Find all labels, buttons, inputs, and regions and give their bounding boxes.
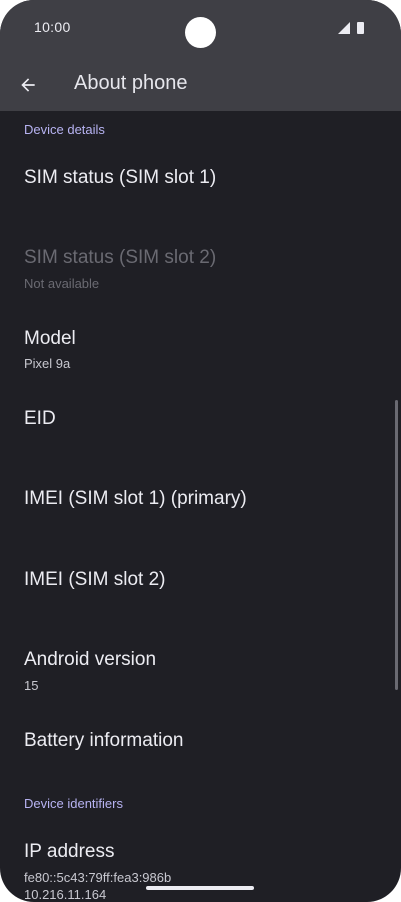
- row-sim-status-slot-1[interactable]: SIM status (SIM slot 1): [0, 151, 401, 227]
- row-ip-address[interactable]: IP address fe80::5c43:79ff:fea3:986b 10.…: [0, 826, 401, 902]
- section-header-device-identifiers: Device identifiers: [24, 796, 123, 811]
- row-summary-line-2: 10.216.11.164: [24, 887, 107, 902]
- row-battery-information[interactable]: Battery information: [0, 713, 401, 789]
- status-time: 10:00: [34, 19, 71, 35]
- row-title: IP address: [24, 841, 115, 862]
- row-summary-line-1: fe80::5c43:79ff:fea3:986b: [24, 870, 172, 885]
- settings-list: Device details SIM status (SIM slot 1) S…: [0, 111, 401, 902]
- row-imei-slot-1[interactable]: IMEI (SIM slot 1) (primary): [0, 472, 401, 548]
- row-title: IMEI (SIM slot 2): [24, 569, 166, 590]
- arrow-back-icon: [21, 78, 35, 92]
- row-summary: Pixel 9a: [24, 356, 71, 371]
- row-title: Android version: [24, 649, 157, 670]
- row-title: EID: [24, 408, 56, 429]
- row-model[interactable]: Model Pixel 9a: [0, 311, 401, 387]
- row-imei-slot-2[interactable]: IMEI (SIM slot 2): [0, 553, 401, 629]
- row-title: Battery information: [24, 730, 184, 751]
- row-title: SIM status (SIM slot 2): [24, 247, 217, 268]
- row-title: IMEI (SIM slot 1) (primary): [24, 488, 247, 509]
- battery-icon: [357, 22, 364, 34]
- signal-icon: [338, 22, 350, 34]
- row-title: Model: [24, 328, 76, 349]
- row-summary: Not available: [24, 276, 100, 291]
- status-icons: [338, 22, 364, 34]
- home-indicator[interactable]: [146, 886, 254, 890]
- row-android-version[interactable]: Android version 15: [0, 633, 401, 709]
- row-sim-status-slot-2: SIM status (SIM slot 2) Not available: [0, 231, 401, 307]
- page-title: About phone: [74, 72, 188, 94]
- scrollbar-thumb[interactable]: [395, 400, 398, 690]
- back-button[interactable]: [10, 67, 46, 103]
- section-header-device-details: Device details: [24, 122, 105, 137]
- row-title: SIM status (SIM slot 1): [24, 167, 217, 188]
- top-app-bar: 10:00 About phone: [0, 0, 401, 111]
- device-screen: 10:00 About phone Device details SIM sta…: [0, 0, 401, 902]
- row-summary: 15: [24, 678, 39, 693]
- camera-cutout: [185, 17, 216, 48]
- row-eid[interactable]: EID: [0, 392, 401, 468]
